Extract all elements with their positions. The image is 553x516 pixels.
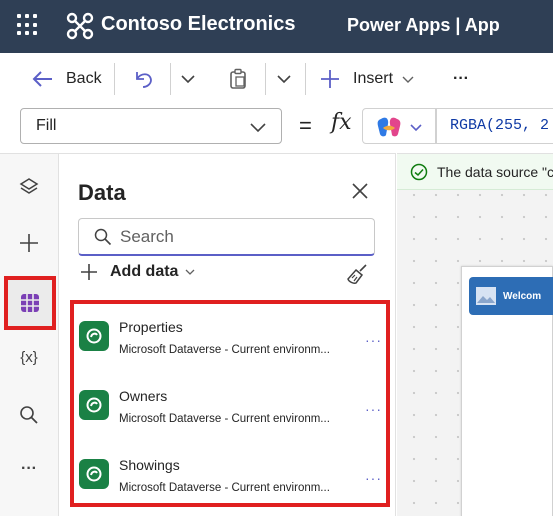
- undo-button[interactable]: [133, 65, 155, 93]
- data-source-properties[interactable]: Properties Microsoft Dataverse - Current…: [74, 304, 386, 372]
- data-source-owners[interactable]: Owners Microsoft Dataverse - Current env…: [74, 373, 386, 441]
- notification-text: The data source "c: [437, 163, 553, 180]
- notification-bar: The data source "c: [397, 154, 553, 190]
- variables-rail-button[interactable]: {x}: [4, 332, 54, 382]
- back-arrow-icon: [32, 71, 52, 87]
- insert-rail-button[interactable]: [4, 218, 54, 268]
- divider: [305, 63, 306, 95]
- formula-input[interactable]: RGBA(255, 2: [436, 108, 553, 144]
- more-rail-button[interactable]: ···: [4, 444, 54, 494]
- chevron-down-icon: [185, 269, 195, 275]
- clipboard-icon: [230, 68, 246, 89]
- plus-icon: [321, 70, 339, 88]
- image-icon: [476, 287, 496, 305]
- app-launcher-icon[interactable]: [17, 14, 39, 36]
- app-header: Contoso Electronics Power Apps | App: [0, 0, 553, 53]
- paste-menu-button[interactable]: [276, 65, 292, 93]
- close-icon[interactable]: [351, 182, 369, 200]
- tree-view-button[interactable]: [4, 162, 54, 212]
- layers-icon: [19, 178, 39, 194]
- chevron-down-icon: [410, 124, 422, 132]
- more-options-button[interactable]: ···: [365, 401, 382, 417]
- data-source-showings[interactable]: Showings Microsoft Dataverse - Current e…: [74, 442, 386, 510]
- data-source-list: Properties Microsoft Dataverse - Current…: [70, 300, 390, 507]
- command-bar: Back Insert ···: [0, 53, 553, 105]
- brand-name: Contoso Electronics: [101, 13, 296, 35]
- undo-icon: [136, 72, 152, 88]
- search-rail-button[interactable]: [4, 390, 54, 440]
- data-source-description: Microsoft Dataverse - Current environm..…: [119, 413, 330, 425]
- checkmark-circle-icon: [410, 163, 428, 180]
- search-input[interactable]: Search: [78, 218, 375, 256]
- chevron-down-icon: [277, 75, 291, 84]
- insert-button[interactable]: Insert: [320, 65, 415, 93]
- more-commands-button[interactable]: ···: [453, 65, 469, 93]
- data-source-description: Microsoft Dataverse - Current environm..…: [119, 344, 330, 356]
- data-rail-button[interactable]: [4, 276, 56, 330]
- data-table-icon: [21, 294, 39, 312]
- screen-header[interactable]: Welcom: [469, 277, 553, 315]
- formula-bar: Fill = fx RGBA(255, 2: [0, 105, 553, 153]
- back-label: Back: [66, 70, 102, 87]
- add-data-label: Add data: [110, 263, 179, 280]
- copilot-button[interactable]: [362, 108, 436, 144]
- data-source-name: Owners: [119, 388, 168, 404]
- contoso-logo-icon: [66, 12, 94, 40]
- insert-label: Insert: [353, 70, 394, 87]
- undo-menu-button[interactable]: [180, 65, 196, 93]
- search-icon: [20, 406, 38, 424]
- copilot-icon: [377, 117, 401, 137]
- search-icon: [94, 228, 112, 245]
- screen-header-title: Welcom: [503, 290, 542, 302]
- data-source-description: Microsoft Dataverse - Current environm..…: [119, 482, 330, 494]
- dataverse-icon: [79, 459, 109, 489]
- broom-icon[interactable]: [346, 263, 368, 285]
- app-canvas[interactable]: The data source "c Welcom: [397, 153, 553, 516]
- chevron-down-icon: [250, 123, 266, 133]
- chevron-down-icon: [181, 75, 195, 84]
- data-source-name: Properties: [119, 319, 183, 335]
- plus-icon: [20, 234, 38, 252]
- fx-icon[interactable]: fx: [331, 110, 352, 135]
- equals-sign: =: [299, 113, 312, 138]
- paste-button[interactable]: [228, 65, 248, 93]
- dataverse-icon: [79, 390, 109, 420]
- more-options-button[interactable]: ···: [365, 332, 382, 348]
- data-pane: Data Search Add data Properties Microsof…: [59, 153, 396, 516]
- divider: [114, 63, 115, 95]
- back-button[interactable]: Back: [30, 65, 102, 93]
- app-screen[interactable]: Welcom: [461, 266, 553, 516]
- left-rail: {x} ···: [0, 153, 59, 516]
- add-data-button[interactable]: Add data: [80, 263, 196, 281]
- dataverse-icon: [79, 321, 109, 351]
- more-options-button[interactable]: ···: [365, 470, 382, 486]
- app-title: Power Apps | App: [347, 15, 500, 35]
- data-source-name: Showings: [119, 457, 180, 473]
- property-value: Fill: [36, 117, 57, 134]
- divider: [170, 63, 171, 95]
- plus-icon: [81, 264, 97, 280]
- search-placeholder: Search: [120, 226, 174, 246]
- pane-title: Data: [78, 180, 126, 205]
- divider: [265, 63, 266, 95]
- property-dropdown[interactable]: Fill: [20, 108, 282, 144]
- chevron-down-icon: [402, 76, 414, 83]
